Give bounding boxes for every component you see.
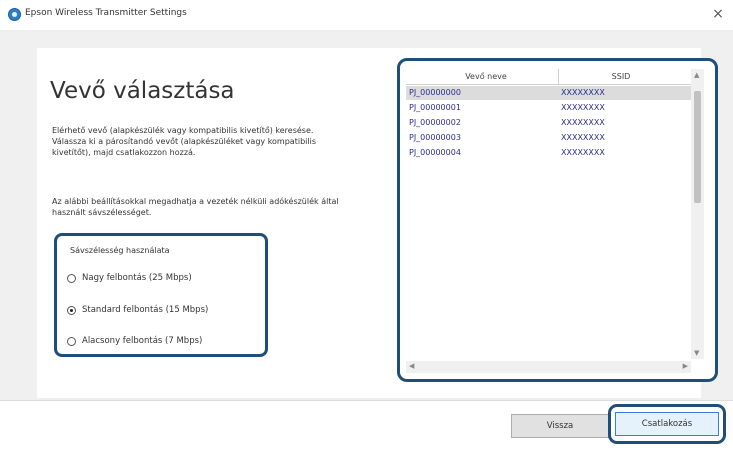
radio-label: Alacsony felbontás (7 Mbps) <box>82 336 203 346</box>
title-bar: Epson Wireless Transmitter Settings × <box>0 0 733 30</box>
radio-checked-icon[interactable] <box>67 305 76 315</box>
radio-high-resolution[interactable]: Nagy felbontás (25 Mbps) <box>67 273 192 283</box>
list-row[interactable]: PJ_00000000 XXXXXXXX <box>406 86 691 100</box>
receiver-list[interactable]: Vevő neve SSID PJ_00000000 XXXXXXXX PJ_0… <box>406 69 691 369</box>
column-header-receiver-name[interactable]: Vevő neve <box>446 72 526 81</box>
bandwidth-group: Sávszélesség használata Nagy felbontás (… <box>54 233 268 357</box>
scroll-up-icon[interactable]: ▲ <box>694 71 699 79</box>
receiver-name: PJ_00000000 <box>409 88 461 97</box>
horizontal-scrollbar[interactable]: ◀ ▶ <box>406 361 691 373</box>
receiver-name: PJ_00000003 <box>409 133 461 142</box>
list-row[interactable]: PJ_00000003 XXXXXXXX <box>406 131 691 145</box>
connect-button[interactable]: Csatlakozás <box>615 412 719 436</box>
scroll-left-icon[interactable]: ◀ <box>409 362 414 370</box>
list-row[interactable]: PJ_00000001 XXXXXXXX <box>406 101 691 115</box>
radio-standard-resolution[interactable]: Standard felbontás (15 Mbps) <box>67 305 208 315</box>
radio-unchecked-icon[interactable] <box>67 273 76 283</box>
page-title: Vevő választása <box>50 78 235 104</box>
radio-label: Standard felbontás (15 Mbps) <box>82 305 209 315</box>
receiver-name: PJ_00000002 <box>409 118 461 127</box>
bandwidth-legend: Sávszélesség használata <box>70 246 170 255</box>
receiver-ssid: XXXXXXXX <box>561 88 605 97</box>
receiver-ssid: XXXXXXXX <box>561 103 605 112</box>
close-button[interactable]: × <box>709 5 727 23</box>
receiver-name: PJ_00000001 <box>409 103 461 112</box>
list-row[interactable]: PJ_00000002 XXXXXXXX <box>406 116 691 130</box>
receiver-ssid: XXXXXXXX <box>561 133 605 142</box>
back-button[interactable]: Vissza <box>511 414 609 438</box>
search-description: Elérhető vevő (alapkészülék vagy kompati… <box>52 126 316 157</box>
scroll-down-icon[interactable]: ▼ <box>694 349 699 357</box>
radio-unchecked-icon[interactable] <box>67 336 76 346</box>
receiver-ssid: XXXXXXXX <box>561 148 605 157</box>
scrollbar-thumb[interactable] <box>694 91 701 203</box>
list-row[interactable]: PJ_00000004 XXXXXXXX <box>406 146 691 160</box>
vertical-scrollbar[interactable]: ▲ ▼ <box>691 69 704 359</box>
receiver-ssid: XXXXXXXX <box>561 118 605 127</box>
window-title: Epson Wireless Transmitter Settings <box>25 8 187 18</box>
column-header-ssid[interactable]: SSID <box>581 72 661 81</box>
radio-low-resolution[interactable]: Alacsony felbontás (7 Mbps) <box>67 336 202 346</box>
scroll-right-icon[interactable]: ▶ <box>683 362 688 370</box>
bandwidth-description: Az alábbi beállításokkal megadhatja a ve… <box>52 197 339 217</box>
epson-app-icon <box>8 8 21 21</box>
radio-label: Nagy felbontás (25 Mbps) <box>82 273 192 283</box>
list-header: Vevő neve SSID <box>406 69 691 85</box>
receiver-list-frame: Vevő neve SSID PJ_00000000 XXXXXXXX PJ_0… <box>397 58 718 382</box>
column-divider[interactable] <box>558 69 559 85</box>
footer-divider <box>0 400 733 401</box>
receiver-name: PJ_00000004 <box>409 148 461 157</box>
